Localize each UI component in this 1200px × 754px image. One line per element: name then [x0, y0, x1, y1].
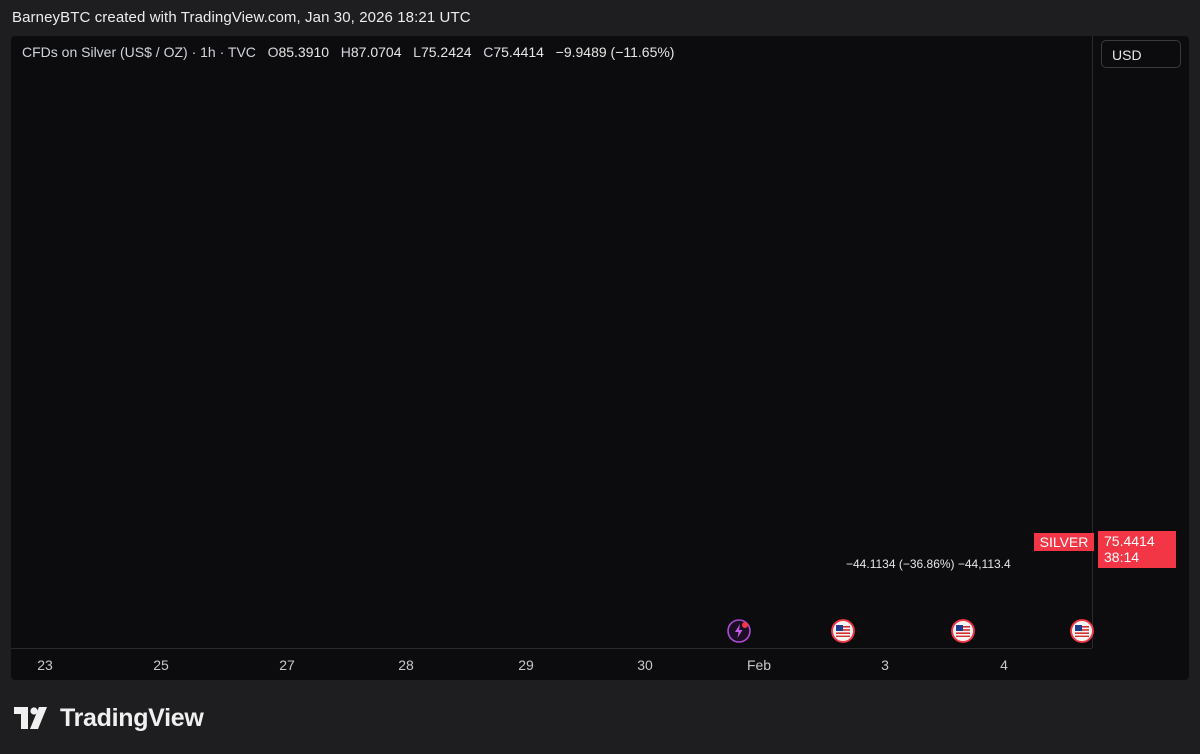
legend-close: 75.4414	[493, 44, 544, 60]
tradingview-logo[interactable]: TradingView	[14, 703, 204, 733]
time-tick-label: 23	[37, 657, 53, 673]
us-flag-event-icon[interactable]	[951, 619, 975, 643]
symbol-legend[interactable]: CFDs on Silver (US$ / OZ) · 1h · TVC O85…	[22, 44, 674, 60]
time-tick-label: 4	[1000, 657, 1008, 673]
us-flag-event-icon[interactable]	[1070, 619, 1094, 643]
legend-open: 85.3910	[278, 44, 330, 60]
legend-low: 75.2424	[420, 44, 472, 60]
legend-low-label: L	[413, 44, 421, 60]
legend-change: −9.9489 (−11.65%)	[555, 44, 675, 60]
last-price-tag: 75.4414 38:14	[1098, 531, 1176, 568]
chart-credit: BarneyBTC created with TradingView.com, …	[12, 9, 471, 26]
tradingview-logo-icon	[14, 707, 47, 729]
legend-open-label: O	[267, 44, 279, 60]
symbol-price-tag: SILVER	[1034, 533, 1094, 551]
time-tick-label: 28	[398, 657, 414, 673]
tradingview-wordmark: TradingView	[60, 703, 204, 732]
chart-panel[interactable]: XXXXXXX CFDs on Silver (US$ / OZ) · 1h ·…	[11, 36, 1189, 680]
last-price: 75.4414	[1104, 533, 1155, 549]
legend-high: 87.0704	[350, 44, 402, 60]
time-tick-label: 25	[153, 657, 169, 673]
time-tick-label: 27	[279, 657, 295, 673]
us-flag-event-icon[interactable]	[831, 619, 855, 643]
time-tick-label: Feb	[746, 657, 772, 673]
price-chart[interactable]: XXXXXXX	[11, 36, 1189, 680]
time-tick-label: 3	[881, 657, 889, 673]
legend-close-label: C	[483, 44, 494, 60]
bar-countdown: 38:14	[1104, 549, 1140, 565]
measure-tool-label: −44.1134 (−36.86%) −44,113.4	[846, 557, 1011, 571]
time-tick-label: 30	[637, 657, 653, 673]
legend-high-label: H	[340, 44, 351, 60]
time-axis[interactable]: 23 25 27 28 29 30 Feb 3 4	[11, 648, 1092, 680]
legend-symbol[interactable]: CFDs on Silver (US$ / OZ) · 1h · TVC	[22, 44, 256, 60]
lightning-event-icon[interactable]	[727, 619, 751, 643]
time-tick-label: 29	[518, 657, 534, 673]
